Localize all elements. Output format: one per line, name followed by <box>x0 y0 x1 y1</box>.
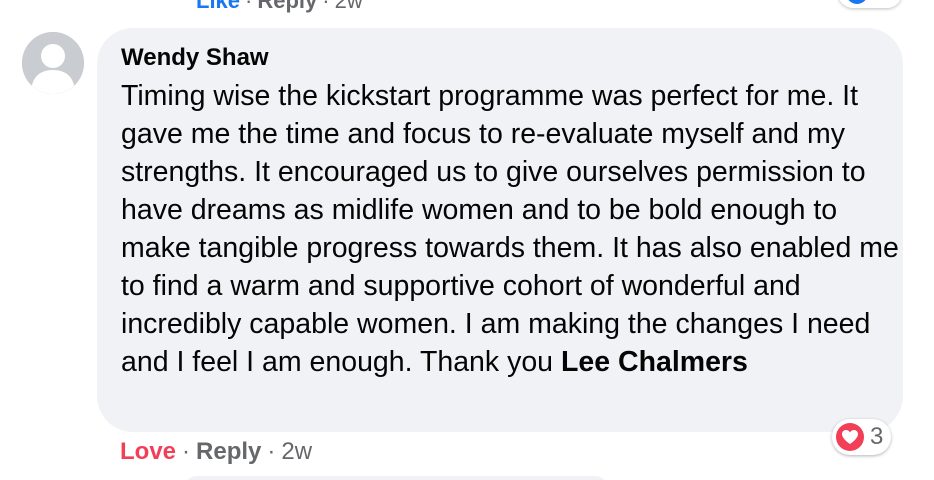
avatar[interactable] <box>22 32 84 94</box>
like-link[interactable]: Like <box>196 0 240 13</box>
separator: · <box>245 0 253 13</box>
separator: · <box>322 0 330 13</box>
heart-icon <box>836 423 864 451</box>
reaction-count: 3 <box>870 423 884 450</box>
love-link[interactable]: Love <box>120 438 176 465</box>
reply-link[interactable]: Reply <box>257 0 317 13</box>
comment-actions: Love · Reply · 2w <box>120 437 312 467</box>
comment-thread: Like · Reply · 2w Wendy Shaw Timing wise the… <box>0 0 934 480</box>
timestamp[interactable]: 2w <box>281 438 312 465</box>
comment-bubble: Wendy Shaw Timing wise the kickstart pro… <box>97 28 903 432</box>
previous-comment-actions: Like · Reply · 2w <box>196 0 363 14</box>
reaction-badge[interactable]: 3 <box>832 419 892 455</box>
separator: · <box>267 438 276 465</box>
timestamp[interactable]: 2w <box>335 0 363 13</box>
comment-author[interactable]: Wendy Shaw <box>121 43 879 73</box>
comment-text: Timing wise the kickstart programme was … <box>121 80 899 378</box>
like-icon <box>846 0 868 4</box>
mention-link[interactable]: Lee Chalmers <box>561 346 748 378</box>
previous-reaction-badge[interactable] <box>838 0 902 8</box>
default-avatar-icon <box>22 32 84 94</box>
next-comment-bubble-edge <box>186 476 606 480</box>
reply-link[interactable]: Reply <box>196 438 261 465</box>
separator: · <box>182 438 191 465</box>
comment-body: Timing wise the kickstart programme was … <box>121 77 901 381</box>
